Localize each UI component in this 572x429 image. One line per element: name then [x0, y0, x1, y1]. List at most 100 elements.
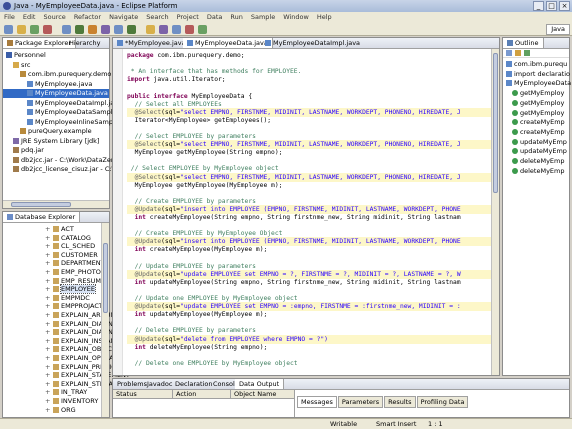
- outline-item[interactable]: createMyEmp: [503, 128, 565, 137]
- tree-item[interactable]: MyEmployeeInlineSample.java: [3, 118, 134, 127]
- java-file-icon: [265, 40, 271, 46]
- open-type-icon[interactable]: [146, 25, 155, 34]
- menu-data[interactable]: Data: [207, 12, 223, 23]
- code-editor[interactable]: package com.ibm.purequery.demo; * An int…: [113, 49, 499, 375]
- menu-navigate[interactable]: Navigate: [109, 12, 138, 23]
- new-class-icon[interactable]: [114, 25, 123, 34]
- vertical-scrollbar[interactable]: [101, 223, 109, 417]
- minimize-button[interactable]: _: [533, 1, 544, 11]
- tab-editor-file[interactable]: MyEmployeeDataImpl.java: [261, 38, 364, 48]
- new-package-icon[interactable]: [101, 25, 110, 34]
- tab-label: MyEmployeeData.java: [195, 39, 268, 47]
- tree-item[interactable]: com.ibm.purequery.demo: [3, 70, 111, 79]
- scroll-thumb[interactable]: [103, 243, 108, 313]
- tab-outline[interactable]: Outline: [503, 38, 544, 48]
- tab-database-explorer[interactable]: Database Explorer: [3, 212, 81, 222]
- run-icon[interactable]: [62, 25, 71, 34]
- last-edit-icon[interactable]: [198, 25, 207, 34]
- table-item[interactable]: + ORG: [3, 406, 101, 415]
- outline-item[interactable]: createMyEmp: [503, 118, 565, 127]
- outline-item[interactable]: MyEmployeeData: [503, 79, 571, 88]
- run-external-icon[interactable]: [75, 25, 84, 34]
- new-java-project-icon[interactable]: [88, 25, 97, 34]
- menu-window[interactable]: Window: [283, 12, 309, 23]
- outline-item[interactable]: deleteMyEmp: [503, 167, 565, 176]
- maximize-button[interactable]: □: [546, 1, 557, 11]
- editor-vertical-scrollbar[interactable]: [491, 49, 499, 375]
- outline-item[interactable]: deleteMyEmp: [503, 157, 565, 166]
- tree-item[interactable]: MyEmployeeData.java: [3, 89, 109, 98]
- menu-edit[interactable]: Edit: [23, 12, 36, 23]
- back-icon[interactable]: [172, 25, 181, 34]
- tree-item[interactable]: JRE System Library [jdk]: [3, 137, 109, 146]
- tab-hierarchy[interactable]: Hierarchy: [65, 38, 104, 48]
- column-action[interactable]: Action: [173, 390, 231, 398]
- column-object-name[interactable]: Object Name: [231, 390, 293, 398]
- menu-sample[interactable]: Sample: [251, 12, 275, 23]
- method-icon: [512, 158, 518, 164]
- table-icon: [53, 226, 59, 232]
- tab-editor-file[interactable]: MyEmployeeData.java: [183, 38, 273, 48]
- table-icon: [53, 406, 59, 413]
- tree-item[interactable]: db2jcc.jar - C:\Work\DataZero\: [3, 156, 120, 165]
- menu-project[interactable]: Project: [177, 12, 199, 23]
- outline-item[interactable]: updateMyEmp: [503, 147, 567, 156]
- tab-editor-file[interactable]: *MyEmployee.java: [113, 38, 190, 48]
- new-icon[interactable]: [4, 25, 13, 34]
- tree-item[interactable]: pureQuery.example: [3, 127, 109, 136]
- editor-pane: *MyEmployee.java MyEmployeeData.java MyEmp…: [112, 37, 500, 376]
- subtab-results[interactable]: Results: [384, 396, 416, 408]
- perspective-switcher[interactable]: Java: [546, 24, 570, 35]
- menu-search[interactable]: Search: [146, 12, 168, 23]
- tab-data-output[interactable]: Data Output: [235, 379, 285, 389]
- expand-icon[interactable]: +: [45, 406, 50, 415]
- scroll-thumb[interactable]: [493, 53, 498, 193]
- column-status[interactable]: Status: [113, 390, 173, 398]
- save-icon[interactable]: [17, 25, 26, 34]
- table-item-label: CATALOG: [61, 233, 91, 242]
- open-task-icon[interactable]: [159, 25, 168, 34]
- forward-icon[interactable]: [185, 25, 194, 34]
- editor-tabbar: *MyEmployee.java MyEmployeeData.java MyEmp…: [113, 38, 499, 49]
- search-icon[interactable]: [127, 25, 136, 34]
- tree-item[interactable]: MyEmployee.java: [3, 80, 109, 89]
- tree-item[interactable]: MyEmployeeDataImpl.java: [3, 99, 122, 108]
- method-icon: [512, 167, 518, 174]
- sort-icon[interactable]: [506, 50, 512, 56]
- hide-fields-icon[interactable]: [515, 50, 521, 56]
- tree-item[interactable]: db2jcc_license_cisuz.jar - C:\Work: [3, 165, 130, 174]
- tree-item[interactable]: MyEmployeeDataSample.java: [3, 108, 132, 117]
- outline-item[interactable]: updateMyEmp: [503, 138, 567, 147]
- menu-run[interactable]: Run: [230, 12, 242, 23]
- outline-item-label: com.ibm.purequ: [514, 60, 568, 68]
- subtab-profiling-data[interactable]: Profiling Data: [416, 396, 469, 408]
- outline-item[interactable]: getMyEmploy: [503, 89, 564, 98]
- subtab-messages[interactable]: Messages: [297, 396, 337, 408]
- debug-icon[interactable]: [43, 25, 52, 34]
- table-icon: [53, 346, 59, 353]
- menu-source[interactable]: Source: [43, 12, 65, 23]
- menu-file[interactable]: File: [4, 12, 15, 23]
- package-icon: [20, 128, 26, 134]
- menu-refactor[interactable]: Refactor: [74, 12, 101, 23]
- outline-icon: [507, 40, 513, 46]
- editor-gutter: [113, 49, 123, 375]
- tree-item[interactable]: src: [3, 61, 109, 70]
- outline-item[interactable]: import declaratio: [503, 70, 570, 79]
- bottom-tabbar: Problems Javadoc Declaration Console Data Ou…: [113, 379, 569, 390]
- outline-item[interactable]: getMyEmploy: [503, 99, 564, 108]
- table-icon: [53, 286, 59, 293]
- subtab-parameters[interactable]: Parameters: [337, 396, 384, 408]
- scroll-thumb[interactable]: [11, 202, 71, 207]
- tree-item[interactable]: pdq.jar: [3, 146, 109, 155]
- close-button[interactable]: ×: [559, 1, 570, 11]
- outline-item[interactable]: com.ibm.purequ: [503, 60, 567, 69]
- tree-item-label: MyEmployeeData.java: [35, 89, 108, 97]
- print-icon[interactable]: [30, 25, 39, 34]
- tree-item[interactable]: Personnel: [3, 51, 109, 60]
- table-item-label: IN_TRAY: [61, 388, 88, 397]
- outline-item[interactable]: getMyEmploy: [503, 109, 564, 118]
- menu-help[interactable]: Help: [317, 12, 332, 23]
- horizontal-scrollbar[interactable]: [3, 200, 109, 208]
- hide-static-icon[interactable]: [524, 50, 530, 56]
